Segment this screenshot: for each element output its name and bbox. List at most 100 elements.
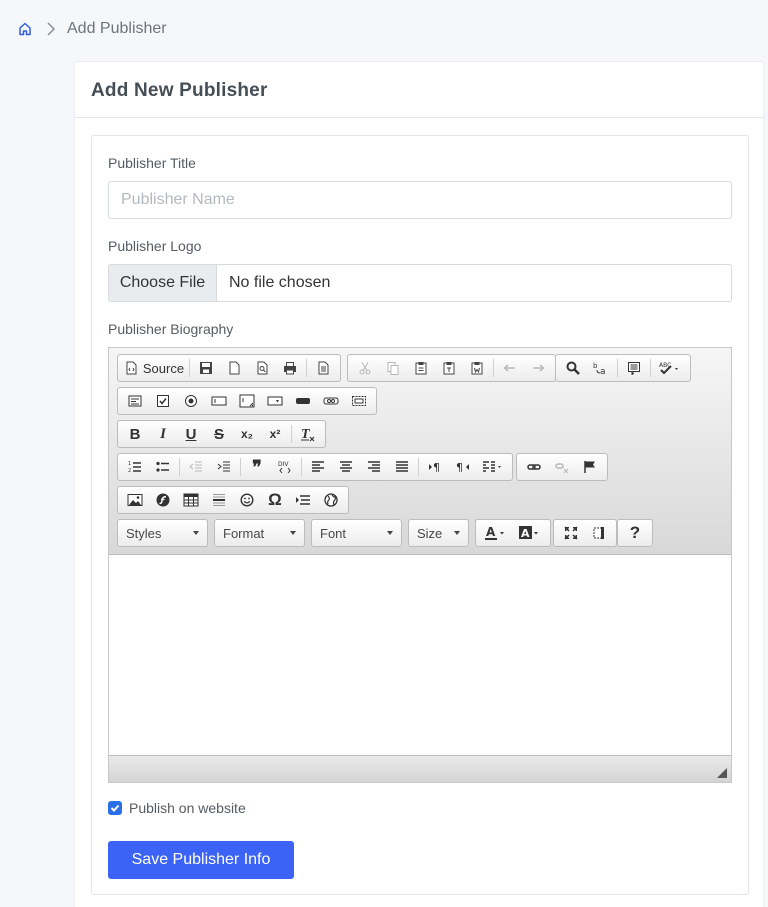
svg-text:A: A <box>521 527 530 540</box>
editor-toolbar: Source b a ABC B I U S x₂ x² T 1 2 ❞ DIV… <box>109 348 731 555</box>
copy-icon[interactable] <box>379 357 407 379</box>
bold-icon[interactable]: B <box>121 423 149 445</box>
preview-icon[interactable] <box>248 357 276 379</box>
source-icon <box>126 361 137 375</box>
publisher-title-input[interactable] <box>108 181 732 219</box>
redo-icon[interactable] <box>524 357 552 379</box>
publisher-title-label: Publisher Title <box>108 155 196 171</box>
format-label: Format <box>223 525 265 541</box>
breadcrumb: Add Publisher <box>17 18 167 40</box>
image-button-icon[interactable] <box>317 390 345 412</box>
insert-group: Ω <box>117 486 349 514</box>
text-field-icon[interactable] <box>205 390 233 412</box>
publish-checkbox[interactable] <box>108 801 122 815</box>
textarea-icon[interactable] <box>233 390 261 412</box>
anchor-flag-icon[interactable] <box>576 456 604 478</box>
strikethrough-icon[interactable]: S <box>205 423 233 445</box>
save-icon[interactable] <box>192 357 220 379</box>
checkmark-icon <box>110 804 120 812</box>
paragraph-group: 12 ❞ DIV ¶ ¶ <box>117 453 513 481</box>
image-icon[interactable] <box>121 489 149 511</box>
clipboard-group <box>347 354 556 382</box>
publish-label: Publish on website <box>129 800 246 816</box>
print-icon[interactable] <box>276 357 304 379</box>
cut-icon[interactable] <box>351 357 379 379</box>
language-icon[interactable] <box>477 456 509 478</box>
remove-format-icon[interactable]: T <box>294 423 322 445</box>
resize-handle-icon[interactable] <box>717 768 727 778</box>
align-right-icon[interactable] <box>360 456 388 478</box>
help-group: ? <box>617 519 653 547</box>
table-icon[interactable] <box>177 489 205 511</box>
select-all-icon[interactable] <box>620 357 648 379</box>
choose-file-button[interactable]: Choose File <box>109 265 217 301</box>
justify-icon[interactable] <box>388 456 416 478</box>
document-group: Source <box>117 354 341 382</box>
form-icon[interactable] <box>121 390 149 412</box>
button-field-icon[interactable] <box>289 390 317 412</box>
publisher-logo-file-input[interactable]: Choose File No file chosen <box>108 264 732 302</box>
create-div-icon[interactable]: DIV <box>271 456 299 478</box>
special-char-icon[interactable]: Ω <box>261 489 289 511</box>
link-icon[interactable] <box>520 456 548 478</box>
source-button[interactable]: Source <box>121 357 187 379</box>
publisher-logo-label: Publisher Logo <box>108 238 202 254</box>
font-label: Font <box>320 525 347 541</box>
paste-icon[interactable] <box>407 357 435 379</box>
ltr-icon[interactable]: ¶ <box>421 456 449 478</box>
undo-icon[interactable] <box>496 357 524 379</box>
page-break-icon[interactable] <box>289 489 317 511</box>
page-title: Add New Publisher <box>91 80 268 101</box>
card-header: Add New Publisher <box>75 62 763 118</box>
align-center-icon[interactable] <box>332 456 360 478</box>
editor-content-area[interactable] <box>109 555 731 755</box>
subscript-icon[interactable]: x₂ <box>233 423 261 445</box>
superscript-icon[interactable]: x² <box>261 423 289 445</box>
horizontal-line-icon[interactable] <box>205 489 233 511</box>
decrease-indent-icon[interactable] <box>182 456 210 478</box>
home-icon[interactable] <box>17 21 33 37</box>
help-icon[interactable]: ? <box>621 522 649 544</box>
checkbox-icon[interactable] <box>149 390 177 412</box>
italic-icon[interactable]: I <box>149 423 177 445</box>
replace-icon[interactable]: ba <box>587 357 615 379</box>
templates-icon[interactable] <box>309 357 337 379</box>
publisher-form: Publisher Title Publisher Logo Choose Fi… <box>91 135 749 895</box>
editing-group: ba ABC <box>555 354 691 382</box>
svg-text:a: a <box>600 367 606 375</box>
paste-word-icon[interactable] <box>463 357 491 379</box>
publisher-biography-label: Publisher Biography <box>108 321 234 337</box>
maximize-icon[interactable] <box>557 522 585 544</box>
align-left-icon[interactable] <box>304 456 332 478</box>
flash-icon[interactable] <box>149 489 177 511</box>
iframe-icon[interactable] <box>317 489 345 511</box>
increase-indent-icon[interactable] <box>210 456 238 478</box>
underline-icon[interactable]: U <box>177 423 205 445</box>
show-blocks-icon[interactable] <box>585 522 613 544</box>
chevron-right-icon <box>45 21 57 37</box>
size-dropdown[interactable]: Size <box>408 519 469 547</box>
background-color-icon[interactable]: A <box>513 522 547 544</box>
numbered-list-icon[interactable]: 12 <box>121 456 149 478</box>
styles-dropdown[interactable]: Styles <box>117 519 208 547</box>
save-publisher-button[interactable]: Save Publisher Info <box>108 841 294 879</box>
text-color-icon[interactable]: A <box>479 522 513 544</box>
paste-text-icon[interactable] <box>435 357 463 379</box>
svg-text:¶: ¶ <box>456 461 463 474</box>
rtl-icon[interactable]: ¶ <box>449 456 477 478</box>
forms-group <box>117 387 377 415</box>
new-page-icon[interactable] <box>220 357 248 379</box>
file-status: No file chosen <box>229 274 331 291</box>
unlink-icon[interactable] <box>548 456 576 478</box>
font-dropdown[interactable]: Font <box>311 519 402 547</box>
bulleted-list-icon[interactable] <box>149 456 177 478</box>
radio-icon[interactable] <box>177 390 205 412</box>
basic-styles-group: B I U S x₂ x² T <box>117 420 326 448</box>
format-dropdown[interactable]: Format <box>214 519 305 547</box>
find-icon[interactable] <box>559 357 587 379</box>
smiley-icon[interactable] <box>233 489 261 511</box>
select-field-icon[interactable] <box>261 390 289 412</box>
spellcheck-icon[interactable]: ABC <box>653 357 687 379</box>
hidden-field-icon[interactable] <box>345 390 373 412</box>
blockquote-icon[interactable]: ❞ <box>243 456 271 478</box>
